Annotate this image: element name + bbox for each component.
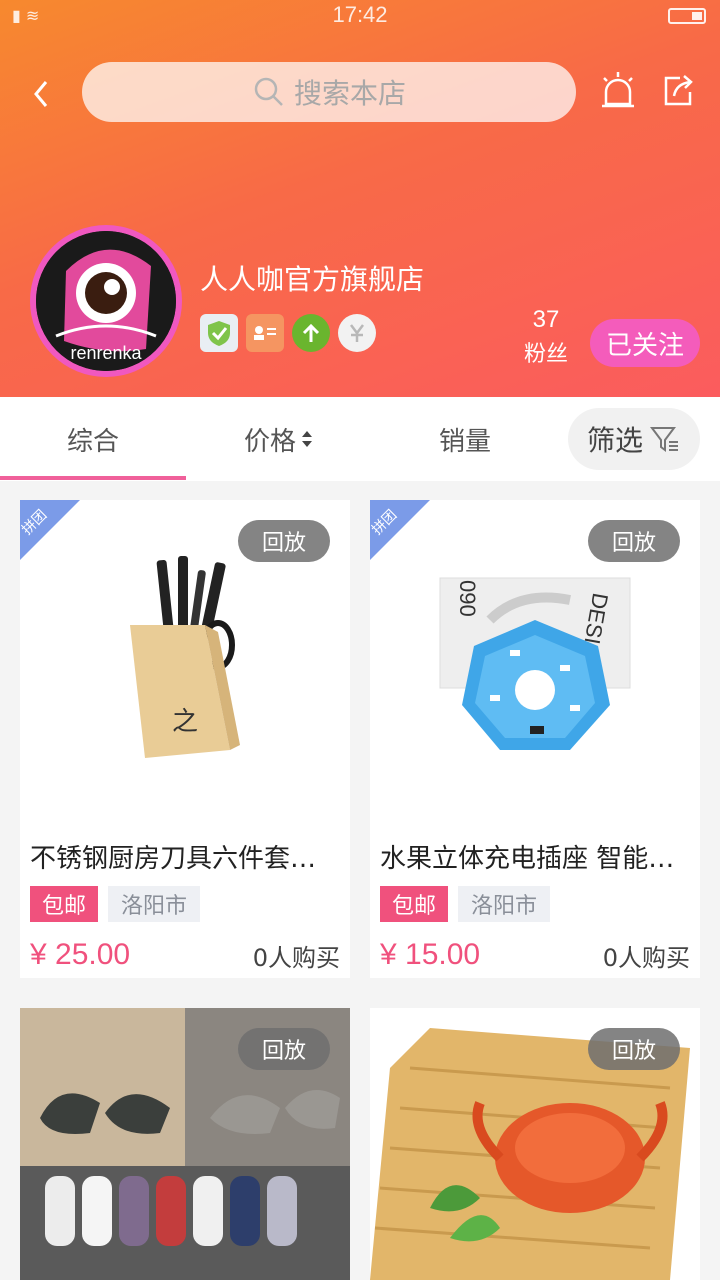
product-card[interactable]: 回放 bbox=[370, 1008, 700, 1280]
yuan-icon bbox=[338, 314, 376, 352]
sort-arrows-icon bbox=[302, 431, 312, 447]
svg-text:090: 090 bbox=[455, 580, 480, 617]
filter-label: 筛选 bbox=[586, 424, 643, 457]
logo-wordmark: renrenka bbox=[70, 343, 142, 363]
tab-label: 综合 bbox=[66, 426, 119, 457]
share-icon bbox=[664, 75, 693, 106]
svg-text:之: 之 bbox=[172, 707, 198, 737]
product-price: ¥ 25.00 bbox=[30, 938, 131, 971]
replay-button[interactable]: 回放 bbox=[238, 520, 330, 562]
alarm-icon bbox=[602, 72, 634, 108]
share-button[interactable] bbox=[658, 70, 698, 112]
store-avatar[interactable]: renrenka bbox=[30, 225, 182, 377]
verified-shield-icon bbox=[200, 314, 238, 352]
product-title: 不锈钢厨房刀具六件套… bbox=[30, 844, 317, 874]
id-card-icon bbox=[246, 314, 284, 352]
store-badges bbox=[200, 314, 376, 352]
group-buy-ribbon: 拼团 bbox=[20, 500, 80, 560]
up-arrow-icon bbox=[292, 314, 330, 352]
product-card[interactable]: 回放 bbox=[20, 1008, 350, 1280]
free-shipping-tag: 包邮 bbox=[380, 886, 448, 922]
city-tag: 洛阳市 bbox=[108, 886, 200, 922]
filter-button[interactable]: 筛选 bbox=[568, 408, 700, 470]
status-time: 17:42 bbox=[332, 2, 388, 27]
follow-button[interactable]: 已关注 bbox=[590, 319, 700, 367]
back-button[interactable] bbox=[22, 72, 62, 116]
fans-counter[interactable]: 37 粉丝 bbox=[510, 306, 582, 368]
replay-button[interactable]: 回放 bbox=[588, 520, 680, 562]
store-logo: renrenka bbox=[36, 231, 176, 371]
search-placeholder: 搜索本店 bbox=[293, 77, 406, 110]
store-header: ▮ ≋ 17:42 搜索本店 renrenka 人人咖官方旗舰店 37 粉丝 已… bbox=[0, 0, 720, 397]
tab-price[interactable]: 价格 bbox=[186, 397, 372, 481]
ribbon-label: 拼团 bbox=[20, 507, 51, 539]
free-shipping-tag: 包邮 bbox=[30, 886, 98, 922]
buyer-count: 0人购买 bbox=[602, 944, 690, 972]
replay-button[interactable]: 回放 bbox=[588, 1028, 680, 1070]
alarm-button[interactable] bbox=[598, 70, 638, 112]
active-tab-indicator bbox=[0, 476, 186, 480]
fans-count: 37 bbox=[532, 306, 560, 333]
status-bar: ▮ ≋ 17:42 bbox=[0, 0, 720, 30]
product-title: 水果立体充电插座 智能… bbox=[380, 844, 675, 874]
fans-label: 粉丝 bbox=[523, 342, 568, 367]
tab-label: 销量 bbox=[438, 426, 491, 457]
ribbon-label: 拼团 bbox=[370, 507, 401, 539]
chevron-left-icon bbox=[34, 81, 48, 107]
city-tag: 洛阳市 bbox=[458, 886, 550, 922]
product-card[interactable]: 090 DESIGN 拼团 回放 水果立体充电插座 智能… 包邮 洛阳市 ¥ 1… bbox=[370, 500, 700, 978]
buyer-count: 0人购买 bbox=[252, 944, 340, 972]
tab-label: 价格 bbox=[243, 426, 296, 457]
store-name: 人人咖官方旗舰店 bbox=[200, 263, 425, 296]
tab-sales[interactable]: 销量 bbox=[372, 397, 558, 481]
battery-icon bbox=[668, 8, 706, 24]
replay-button[interactable]: 回放 bbox=[238, 1028, 330, 1070]
group-buy-ribbon: 拼团 bbox=[370, 500, 430, 560]
product-price: ¥ 15.00 bbox=[380, 938, 481, 971]
filter-icon bbox=[650, 427, 678, 452]
logo-image: renrenka bbox=[36, 231, 176, 371]
product-card[interactable]: 之 拼团 回放 不锈钢厨房刀具六件套… 包邮 洛阳市 ¥ 25.00 0人购买 bbox=[20, 500, 350, 978]
search-icon bbox=[254, 77, 283, 106]
tab-overall[interactable]: 综合 bbox=[0, 397, 186, 481]
search-input[interactable]: 搜索本店 bbox=[82, 62, 576, 122]
